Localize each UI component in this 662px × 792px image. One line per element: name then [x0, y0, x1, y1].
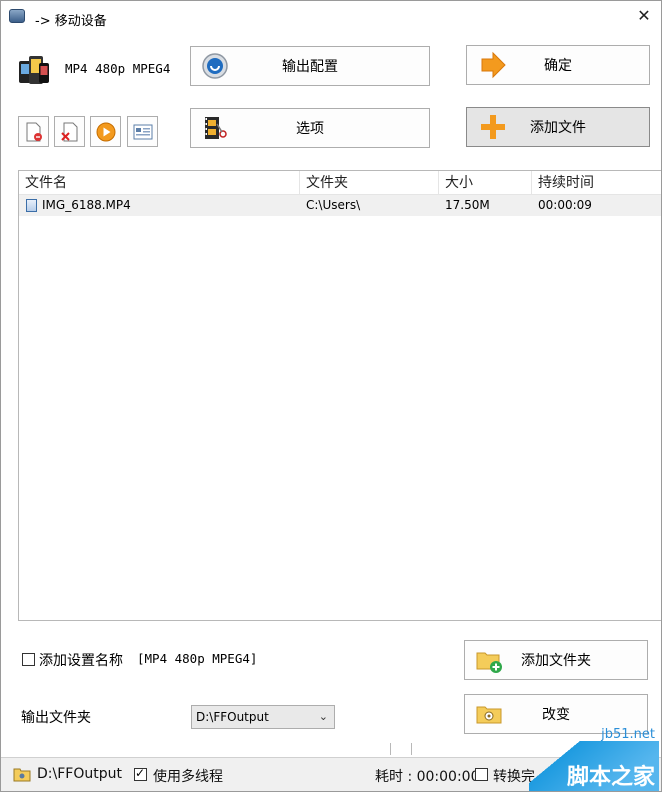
multithread-label: 使用多线程: [153, 769, 223, 785]
after-convert-checkbox[interactable]: [475, 768, 488, 781]
column-header-filename[interactable]: 文件名: [19, 171, 300, 195]
divider: [411, 743, 412, 755]
confirm-label: 确定: [544, 58, 572, 74]
column-header-size[interactable]: 大小: [439, 171, 532, 195]
add-folder-button[interactable]: 添加文件夹: [464, 640, 648, 680]
elapsed-time: 耗时 : 00:00:00: [375, 769, 480, 785]
phone-devices-icon: [19, 56, 49, 84]
remove-file-icon: [26, 122, 42, 142]
title-bar: -> 移动设备 ✕: [1, 1, 661, 35]
add-file-button[interactable]: 添加文件: [466, 107, 650, 147]
app-icon: [9, 9, 25, 23]
table-row[interactable]: IMG_6188.MP4 C:\Users\ 17.50M 00:00:09: [19, 195, 661, 216]
output-folder-select[interactable]: D:\FFOutput ⌄: [191, 705, 335, 729]
media-info-icon: [133, 124, 153, 140]
watermark-site: jb51.net: [601, 727, 655, 742]
play-button[interactable]: [90, 116, 121, 147]
output-folder-label: 输出文件夹: [21, 710, 91, 726]
media-info-button[interactable]: [127, 116, 158, 147]
row-duration: 00:00:09: [538, 198, 592, 212]
add-settings-name-value: [MP4 480p MPEG4]: [137, 651, 258, 666]
column-header-duration[interactable]: 持续时间: [532, 171, 661, 195]
add-settings-name-checkbox[interactable]: [22, 653, 35, 666]
status-output-path[interactable]: D:\FFOutput: [37, 766, 122, 782]
column-header-folder[interactable]: 文件夹: [300, 171, 439, 195]
options-label: 选项: [296, 121, 324, 137]
row-folder: C:\Users\: [306, 198, 361, 212]
chevron-down-icon: ⌄: [318, 710, 328, 723]
close-button[interactable]: ✕: [629, 5, 659, 27]
divider: [390, 743, 391, 755]
output-folder-icon: [13, 768, 31, 782]
add-folder-label: 添加文件夹: [521, 653, 591, 669]
output-config-button[interactable]: 输出配置: [190, 46, 430, 86]
remove-file-button[interactable]: [18, 116, 49, 147]
watermark: jb51.net 脚本之家: [529, 719, 659, 791]
device-preset-label: MP4 480p MPEG4: [65, 61, 171, 76]
video-file-icon: [26, 199, 37, 212]
row-size: 17.50M: [445, 198, 490, 212]
multithread-checkbox[interactable]: [134, 766, 147, 781]
delete-file-button[interactable]: [54, 116, 85, 147]
file-list-header: 文件名 文件夹 大小 持续时间: [19, 171, 661, 195]
row-filename: IMG_6188.MP4: [42, 198, 131, 212]
options-button[interactable]: 选项: [190, 108, 430, 148]
mobile-device-window: -> 移动设备 ✕ MP4 480p MPEG4 输出配置 确定 选项 添加文件…: [0, 0, 662, 792]
add-settings-name-label: 添加设置名称: [39, 653, 123, 669]
play-icon: [96, 122, 116, 142]
output-folder-value: D:\FFOutput: [196, 710, 269, 724]
output-config-label: 输出配置: [282, 59, 338, 75]
watermark-brand: 脚本之家: [566, 765, 655, 790]
add-file-label: 添加文件: [530, 120, 586, 136]
confirm-button[interactable]: 确定: [466, 45, 650, 85]
window-title: -> 移动设备: [35, 14, 107, 29]
file-list[interactable]: 文件名 文件夹 大小 持续时间 IMG_6188.MP4 C:\Users\ 1…: [18, 170, 661, 621]
delete-file-icon: [61, 122, 78, 142]
